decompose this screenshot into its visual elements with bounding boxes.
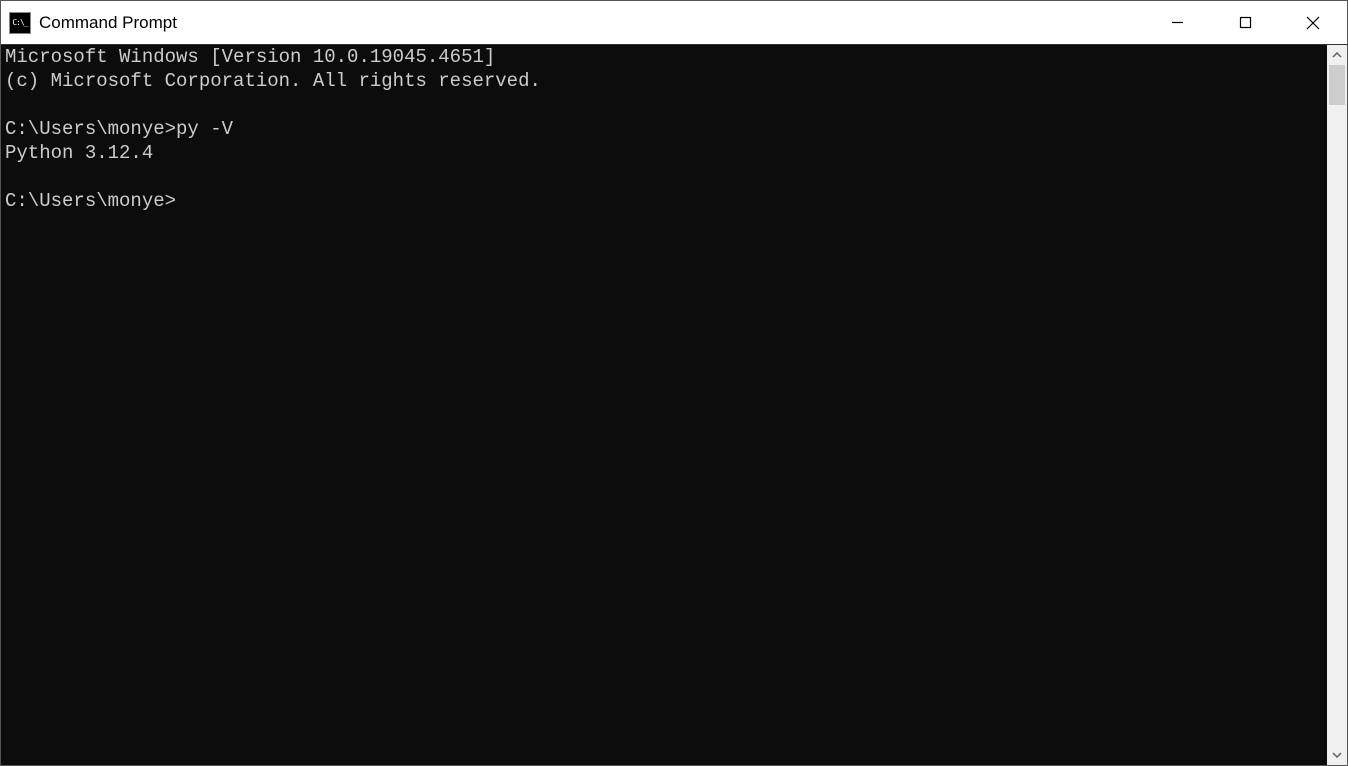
- titlebar[interactable]: C:\_ Command Prompt: [1, 1, 1347, 45]
- maximize-button[interactable]: [1211, 1, 1279, 44]
- terminal-line: [5, 165, 1323, 189]
- minimize-button[interactable]: [1143, 1, 1211, 44]
- cmd-icon: C:\_: [9, 12, 31, 34]
- terminal-area: Microsoft Windows [Version 10.0.19045.46…: [1, 45, 1347, 765]
- terminal-line: (c) Microsoft Corporation. All rights re…: [5, 69, 1323, 93]
- terminal-line: C:\Users\monye>: [5, 189, 1323, 213]
- cmd-icon-glyph: C:\_: [12, 19, 27, 27]
- titlebar-left: C:\_ Command Prompt: [9, 12, 177, 34]
- scrollbar[interactable]: [1327, 45, 1347, 765]
- terminal-line: Microsoft Windows [Version 10.0.19045.46…: [5, 45, 1323, 69]
- terminal-line: Python 3.12.4: [5, 141, 1323, 165]
- scroll-up-arrow-icon[interactable]: [1327, 45, 1347, 65]
- close-icon: [1306, 16, 1320, 30]
- terminal-output[interactable]: Microsoft Windows [Version 10.0.19045.46…: [1, 45, 1327, 765]
- terminal-line: [5, 93, 1323, 117]
- window-controls: [1143, 1, 1347, 44]
- scroll-track[interactable]: [1327, 65, 1347, 745]
- scroll-thumb[interactable]: [1329, 65, 1345, 105]
- maximize-icon: [1239, 16, 1252, 29]
- scroll-down-arrow-icon[interactable]: [1327, 745, 1347, 765]
- terminal-line: C:\Users\monye>py -V: [5, 117, 1323, 141]
- window-title: Command Prompt: [39, 13, 177, 33]
- minimize-icon: [1171, 16, 1184, 29]
- close-button[interactable]: [1279, 1, 1347, 44]
